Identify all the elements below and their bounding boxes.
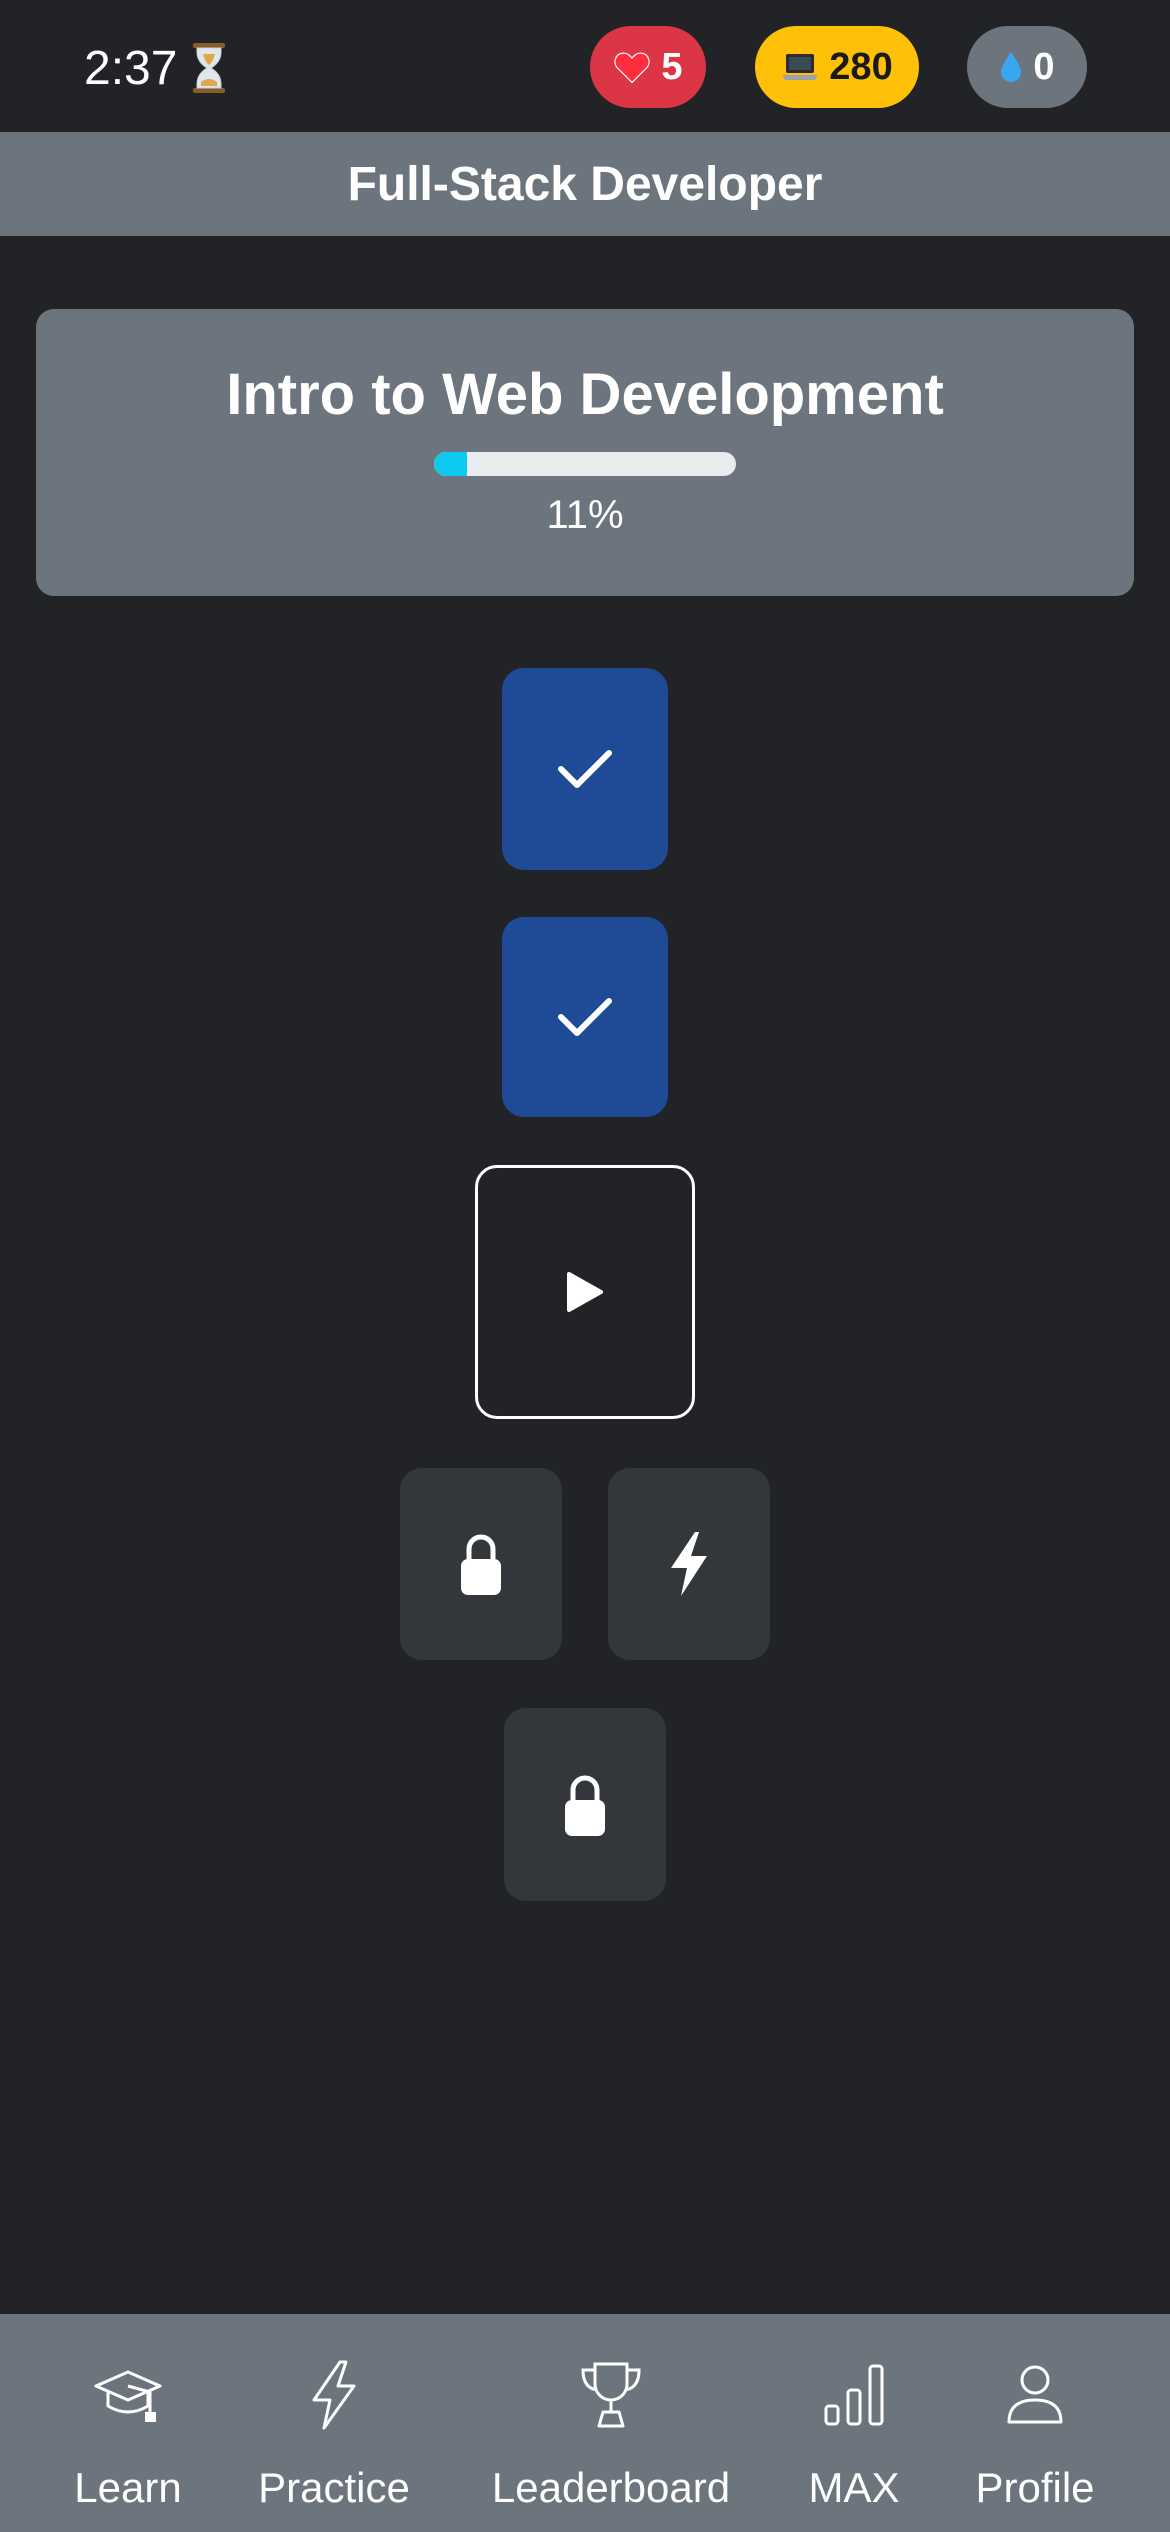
checkmark-icon bbox=[558, 750, 612, 788]
play-icon bbox=[567, 1272, 603, 1312]
nav-label-profile: Profile bbox=[975, 2464, 1095, 2511]
lightning-icon bbox=[671, 1532, 707, 1596]
lesson-node-current[interactable] bbox=[475, 1165, 695, 1419]
trophy-icon bbox=[581, 2362, 641, 2428]
unit-card: Intro to Web Development 11% bbox=[36, 309, 1134, 596]
drops-count: 0 bbox=[1033, 45, 1055, 88]
laptop-icon bbox=[781, 52, 819, 82]
heart-icon bbox=[613, 50, 651, 84]
lesson-node-completed[interactable] bbox=[502, 917, 668, 1117]
graduation-cap-icon bbox=[94, 2370, 162, 2422]
hearts-badge[interactable]: 5 bbox=[590, 26, 706, 108]
app-screen: 2:37 5 280 0 Full-Stack Developer Intro … bbox=[0, 0, 1170, 2532]
nav-item-max[interactable]: MAX bbox=[792, 2314, 916, 2532]
unit-progress-fill bbox=[434, 452, 468, 476]
unit-progress-bar bbox=[434, 452, 736, 476]
nav-item-leaderboard[interactable]: Leaderboard bbox=[478, 2314, 744, 2532]
nav-label-leaderboard: Leaderboard bbox=[491, 2464, 731, 2511]
nav-item-profile[interactable]: Profile bbox=[958, 2314, 1112, 2532]
nav-label-max: MAX bbox=[808, 2464, 900, 2511]
hourglass-icon bbox=[193, 43, 226, 93]
nav-item-practice[interactable]: Practice bbox=[244, 2314, 424, 2532]
track-title: Full-Stack Developer bbox=[347, 157, 823, 211]
timer: 2:37 bbox=[84, 36, 227, 100]
person-icon bbox=[1007, 2365, 1063, 2424]
lesson-node-locked[interactable] bbox=[400, 1468, 562, 1660]
lesson-node-locked[interactable] bbox=[504, 1708, 666, 1901]
lock-icon bbox=[565, 1775, 605, 1836]
lesson-node-completed[interactable] bbox=[502, 668, 668, 870]
bar-chart-icon bbox=[824, 2364, 884, 2426]
lightning-icon bbox=[312, 2360, 356, 2430]
lesson-node-practice[interactable] bbox=[608, 1468, 770, 1660]
gems-badge[interactable]: 280 bbox=[755, 26, 919, 108]
lock-icon bbox=[461, 1534, 501, 1595]
status-bar: 2:37 5 280 0 bbox=[0, 0, 1170, 132]
unit-title: Intro to Web Development bbox=[226, 362, 944, 427]
bottom-nav: Learn Practice Leaderboard MAX Profile bbox=[0, 2314, 1170, 2532]
checkmark-icon bbox=[558, 998, 612, 1036]
timer-text: 2:37 bbox=[84, 41, 178, 95]
droplet-icon bbox=[999, 50, 1023, 84]
nav-item-learn[interactable]: Learn bbox=[48, 2314, 208, 2532]
gems-count: 280 bbox=[829, 45, 893, 88]
nav-label-practice: Practice bbox=[258, 2464, 410, 2511]
track-header: Full-Stack Developer bbox=[0, 132, 1170, 236]
unit-progress-label: 11% bbox=[546, 493, 624, 537]
hearts-count: 5 bbox=[661, 45, 683, 88]
nav-label-learn: Learn bbox=[74, 2464, 182, 2511]
drops-badge[interactable]: 0 bbox=[967, 26, 1087, 108]
